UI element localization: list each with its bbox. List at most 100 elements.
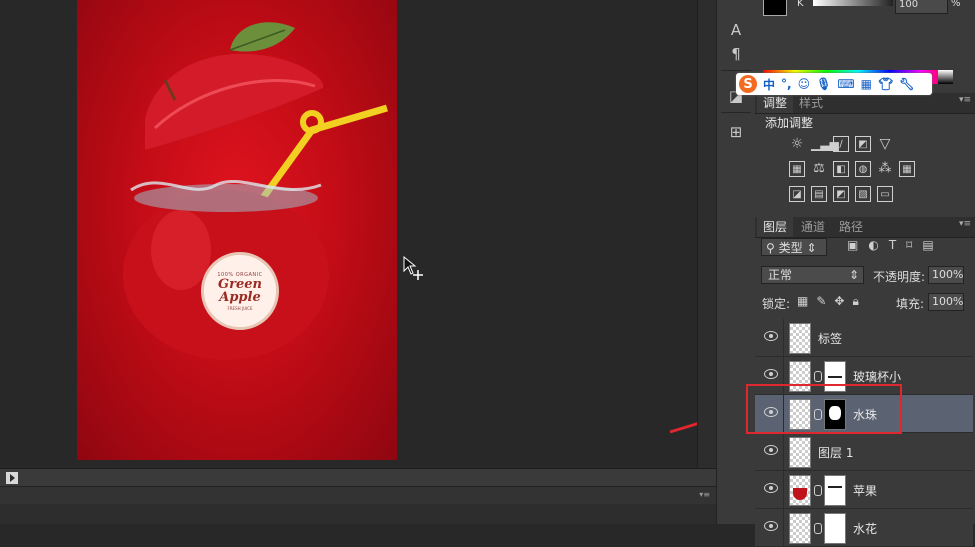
adjustment-filter-icon[interactable]: ◐ [868,238,878,252]
layer-name: 苹果 [853,484,878,498]
black-white-icon[interactable]: ◧ [833,161,849,177]
curves-icon[interactable]: ∕ [833,136,849,152]
vibrance-icon[interactable]: ▽ [877,136,893,152]
keyboard-icon[interactable]: ⌨ [837,77,854,91]
artboard[interactable]: 100% ORGANIC Green Apple FRESH JUICE [77,0,397,460]
selective-color-icon[interactable]: ▭ [877,186,893,202]
grayscale-ramp[interactable] [938,70,953,84]
badge-line-apple: Apple [219,289,261,305]
layer-row-label[interactable]: 标签 [755,319,973,357]
foreground-color-swatch[interactable] [763,0,787,16]
fill-input[interactable]: 100% [928,293,964,311]
layer-thumbnail [789,437,811,468]
status-bar-lower [0,504,716,524]
mask-link-icon[interactable] [814,523,822,534]
opacity-label: 不透明度: [873,270,926,284]
badge-line-green: Green [218,276,262,292]
emoji-icon[interactable]: ☺ [798,77,811,91]
posterize-icon[interactable]: ▤ [811,186,827,202]
smart-object-filter-icon[interactable]: ▤ [922,238,933,252]
layer-comps-icon[interactable]: ⊞ [726,122,746,142]
character-icon[interactable]: A [726,20,746,40]
pixel-filter-icon[interactable]: ▣ [847,238,858,252]
channel-mixer-icon[interactable]: ⁂ [877,161,893,177]
timeline-bar [0,468,716,487]
layer-filter-icons: ▣ ◐ T ⌑ ▤ [847,238,934,252]
play-icon[interactable] [6,472,18,484]
lock-transparent-icon[interactable]: ▦ [797,294,808,309]
wrench-icon[interactable]: 🔧︎ [899,77,914,91]
color-lookup-icon[interactable]: ▦ [899,161,915,177]
layer-row-apple[interactable]: 苹果 [755,471,973,509]
adjustments-tab-row: 调整 样式 ▾≡ [755,93,975,114]
channel-k-value[interactable]: 100 [895,0,948,14]
microphone-icon[interactable]: 🎙︎ [816,77,831,91]
threshold-icon[interactable]: ◩ [833,186,849,202]
status-bar: ▾≡ [0,486,716,505]
visibility-eye-icon[interactable] [764,331,778,341]
ime-toolbar[interactable]: S 中 °, ☺ 🎙︎ ⌨ ▦ 👕︎ 🔧︎ [736,73,932,95]
layer-mask-thumbnail[interactable] [824,513,846,544]
layer-thumbnail [789,513,811,544]
red-highlight-box [746,384,902,434]
layer-name: 水花 [853,522,878,536]
type-filter-icon[interactable]: T [889,238,896,252]
layer-row-splash[interactable]: 水花 [755,509,973,547]
layer-filter-kind-select[interactable]: ⚲ 类型 ⇕ [761,238,827,256]
tab-layers[interactable]: 图层 [757,217,794,237]
blend-mode-value: 正常 [768,268,793,282]
layers-tab-row: 图层 通道 路径 ▾≡ [755,217,975,238]
fill-label: 填充: [896,297,925,311]
blend-mode-select[interactable]: 正常 ⇕ [761,266,864,284]
document-canvas-area[interactable]: 100% ORGANIC Green Apple FRESH JUICE [0,0,728,468]
move-cursor-icon [403,256,423,280]
layers-menu-icon[interactable]: ▾≡ [959,219,971,229]
mask-link-icon[interactable] [814,485,822,496]
tab-adjustments[interactable]: 调整 [757,93,794,113]
visibility-eye-icon[interactable] [764,521,778,531]
lock-label: 锁定: [762,297,791,311]
skin-icon[interactable]: 👕︎ [878,77,893,91]
ime-mode-toggle[interactable]: 中 [763,76,775,93]
hue-saturation-icon[interactable]: ▦ [789,161,805,177]
visibility-eye-icon[interactable] [764,445,778,455]
badge-bottom-text: FRESH JUICE [227,305,253,311]
layer-thumbnail [789,475,811,506]
grid-icon[interactable]: ▦ [861,77,872,91]
invert-icon[interactable]: ◪ [789,186,805,202]
lock-icons: ▦ ✎ ✥ 🔒︎ [797,294,859,309]
channel-k-slider[interactable] [813,0,893,6]
adjustment-icons-grid: ☼ ▁▃▅ ∕ ◩ ▽ ▦ ⚖ ◧ ◍ ⁂ ▦ ◪ ▤ ◩ ▧ ▭ [789,136,939,211]
gradient-map-icon[interactable]: ▧ [855,186,871,202]
green-apple-badge: 100% ORGANIC Green Apple FRESH JUICE [201,252,279,330]
badge-main-text: Green Apple [218,278,262,304]
exposure-icon[interactable]: ◩ [855,136,871,152]
canvas-vertical-scrollbar[interactable] [697,0,717,468]
filter-kind-label: 类型 [778,241,803,255]
ime-punctuation-toggle[interactable]: °, [781,77,792,91]
tab-paths[interactable]: 路径 [833,217,869,237]
lock-all-icon[interactable]: 🔒︎ [852,294,858,309]
layer-name: 玻璃杯小 [853,370,902,384]
panel-menu-icon[interactable]: ▾≡ [959,95,971,105]
color-balance-icon[interactable]: ⚖ [811,161,827,177]
paragraph-icon[interactable]: ¶ [726,44,746,64]
layer-name: 标签 [818,332,843,346]
lock-position-icon[interactable]: ✥ [834,294,844,309]
opacity-input[interactable]: 100% [928,266,964,284]
lock-image-icon[interactable]: ✎ [816,294,826,309]
brightness-contrast-icon[interactable]: ☼ [789,136,805,152]
layer-row-layer1[interactable]: 图层 1 [755,433,973,471]
tab-channels[interactable]: 通道 [795,217,831,237]
visibility-eye-icon[interactable] [764,369,778,379]
mask-link-icon[interactable] [814,371,822,382]
visibility-eye-icon[interactable] [764,483,778,493]
tab-styles[interactable]: 样式 [793,93,829,113]
photo-filter-icon[interactable]: ◍ [855,161,871,177]
add-adjustment-title: 添加调整 [765,116,814,130]
levels-icon[interactable]: ▁▃▅ [811,136,839,152]
sogou-logo-icon[interactable]: S [739,75,757,93]
layer-mask-thumbnail[interactable] [824,475,846,506]
status-menu-icon[interactable]: ▾≡ [699,490,710,499]
shape-filter-icon[interactable]: ⌑ [906,238,912,252]
